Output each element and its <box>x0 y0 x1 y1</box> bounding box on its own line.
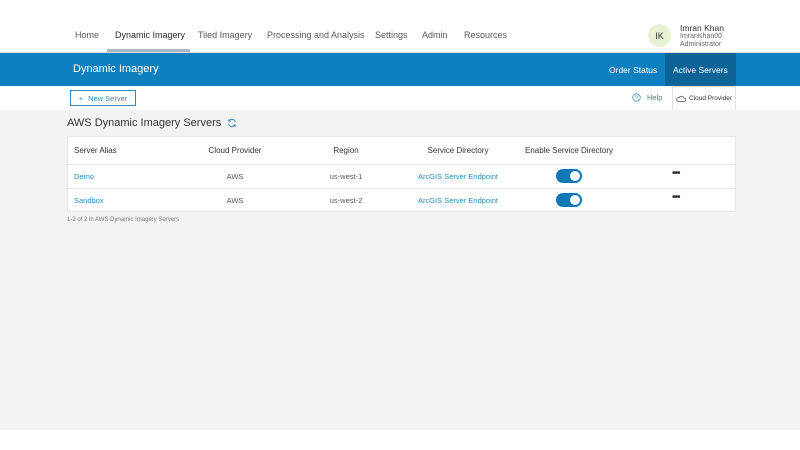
nav-admin[interactable]: Admin <box>422 30 448 40</box>
plus-icon: + <box>78 93 84 103</box>
more-options-icon[interactable]: ••• <box>672 192 680 203</box>
table-row: Sandbox AWS us-west-2 ArcGIS Server Endp… <box>68 188 735 212</box>
cloud-provider-label: Cloud Provider <box>689 95 732 102</box>
header-region[interactable]: Region <box>333 146 358 155</box>
subheader: Dynamic Imagery Order Status Active Serv… <box>0 53 800 86</box>
cloud-provider-cell: AWS <box>226 172 244 181</box>
enable-service-directory-toggle[interactable] <box>556 193 582 207</box>
subheader-title: Dynamic Imagery <box>73 63 159 75</box>
user-username: ImranKhan00 <box>680 33 723 40</box>
user-name: Imran Khan <box>680 23 724 33</box>
cloud-provider-cell: AWS <box>226 196 244 205</box>
active-servers-link[interactable]: Active Servers <box>673 65 728 75</box>
header-cloud-provider[interactable]: Cloud Provider <box>209 146 262 155</box>
header-server-alias[interactable]: Server Alias <box>74 146 117 155</box>
header-enable-service-directory[interactable]: Enable Service Directory <box>525 146 613 155</box>
region-cell: us-west-1 <box>329 172 363 181</box>
section-heading: AWS Dynamic Imagery Servers <box>67 117 237 129</box>
help-label: Help <box>647 93 663 102</box>
refresh-icon[interactable] <box>227 118 237 128</box>
server-alias-link[interactable]: Demo <box>74 172 94 181</box>
active-nav-underline <box>107 49 190 52</box>
nav-home[interactable]: Home <box>75 30 99 40</box>
cloud-provider-button[interactable]: Cloud Provider <box>672 86 736 110</box>
service-directory-link[interactable]: ArcGIS Server Endpoint <box>418 172 498 181</box>
section-title: AWS Dynamic Imagery Servers <box>67 117 222 129</box>
order-status-link[interactable]: Order Status <box>609 65 657 75</box>
pagination-summary: 1-2 of 2 in AWS Dynamic Imagery Servers <box>67 217 180 223</box>
servers-table: Server Alias Cloud Provider Region Servi… <box>67 136 736 212</box>
user-role: Administrator <box>680 41 722 48</box>
svg-text:?: ? <box>635 96 638 102</box>
new-server-button[interactable]: + New Server <box>70 90 136 106</box>
new-server-label: New Server <box>88 93 128 103</box>
nav-settings[interactable]: Settings <box>375 30 408 40</box>
enable-service-directory-toggle[interactable] <box>556 169 582 183</box>
toolbar: + New Server ? Help Cloud Provider <box>0 86 800 110</box>
table-row: Demo AWS us-west-1 ArcGIS Server Endpoin… <box>68 164 735 188</box>
main-content: AWS Dynamic Imagery Servers Server Alias… <box>0 110 800 430</box>
avatar[interactable]: IK <box>648 24 671 47</box>
top-navigation: Home Dynamic Imagery Tiled Imagery Proce… <box>0 0 800 53</box>
server-alias-link[interactable]: Sandbox <box>74 196 104 205</box>
nav-tiled-imagery[interactable]: Tiled Imagery <box>198 30 252 40</box>
cloud-icon <box>676 95 686 102</box>
service-directory-link[interactable]: ArcGIS Server Endpoint <box>418 196 498 205</box>
nav-processing-analysis[interactable]: Processing and Analysis <box>267 30 365 40</box>
more-options-icon[interactable]: ••• <box>672 168 680 179</box>
help-link[interactable]: ? Help <box>632 93 662 102</box>
question-circle-icon: ? <box>632 93 641 102</box>
nav-resources[interactable]: Resources <box>464 30 507 40</box>
header-service-directory[interactable]: Service Directory <box>428 146 489 155</box>
region-cell: us-west-2 <box>329 196 363 205</box>
nav-dynamic-imagery[interactable]: Dynamic Imagery <box>115 30 185 40</box>
